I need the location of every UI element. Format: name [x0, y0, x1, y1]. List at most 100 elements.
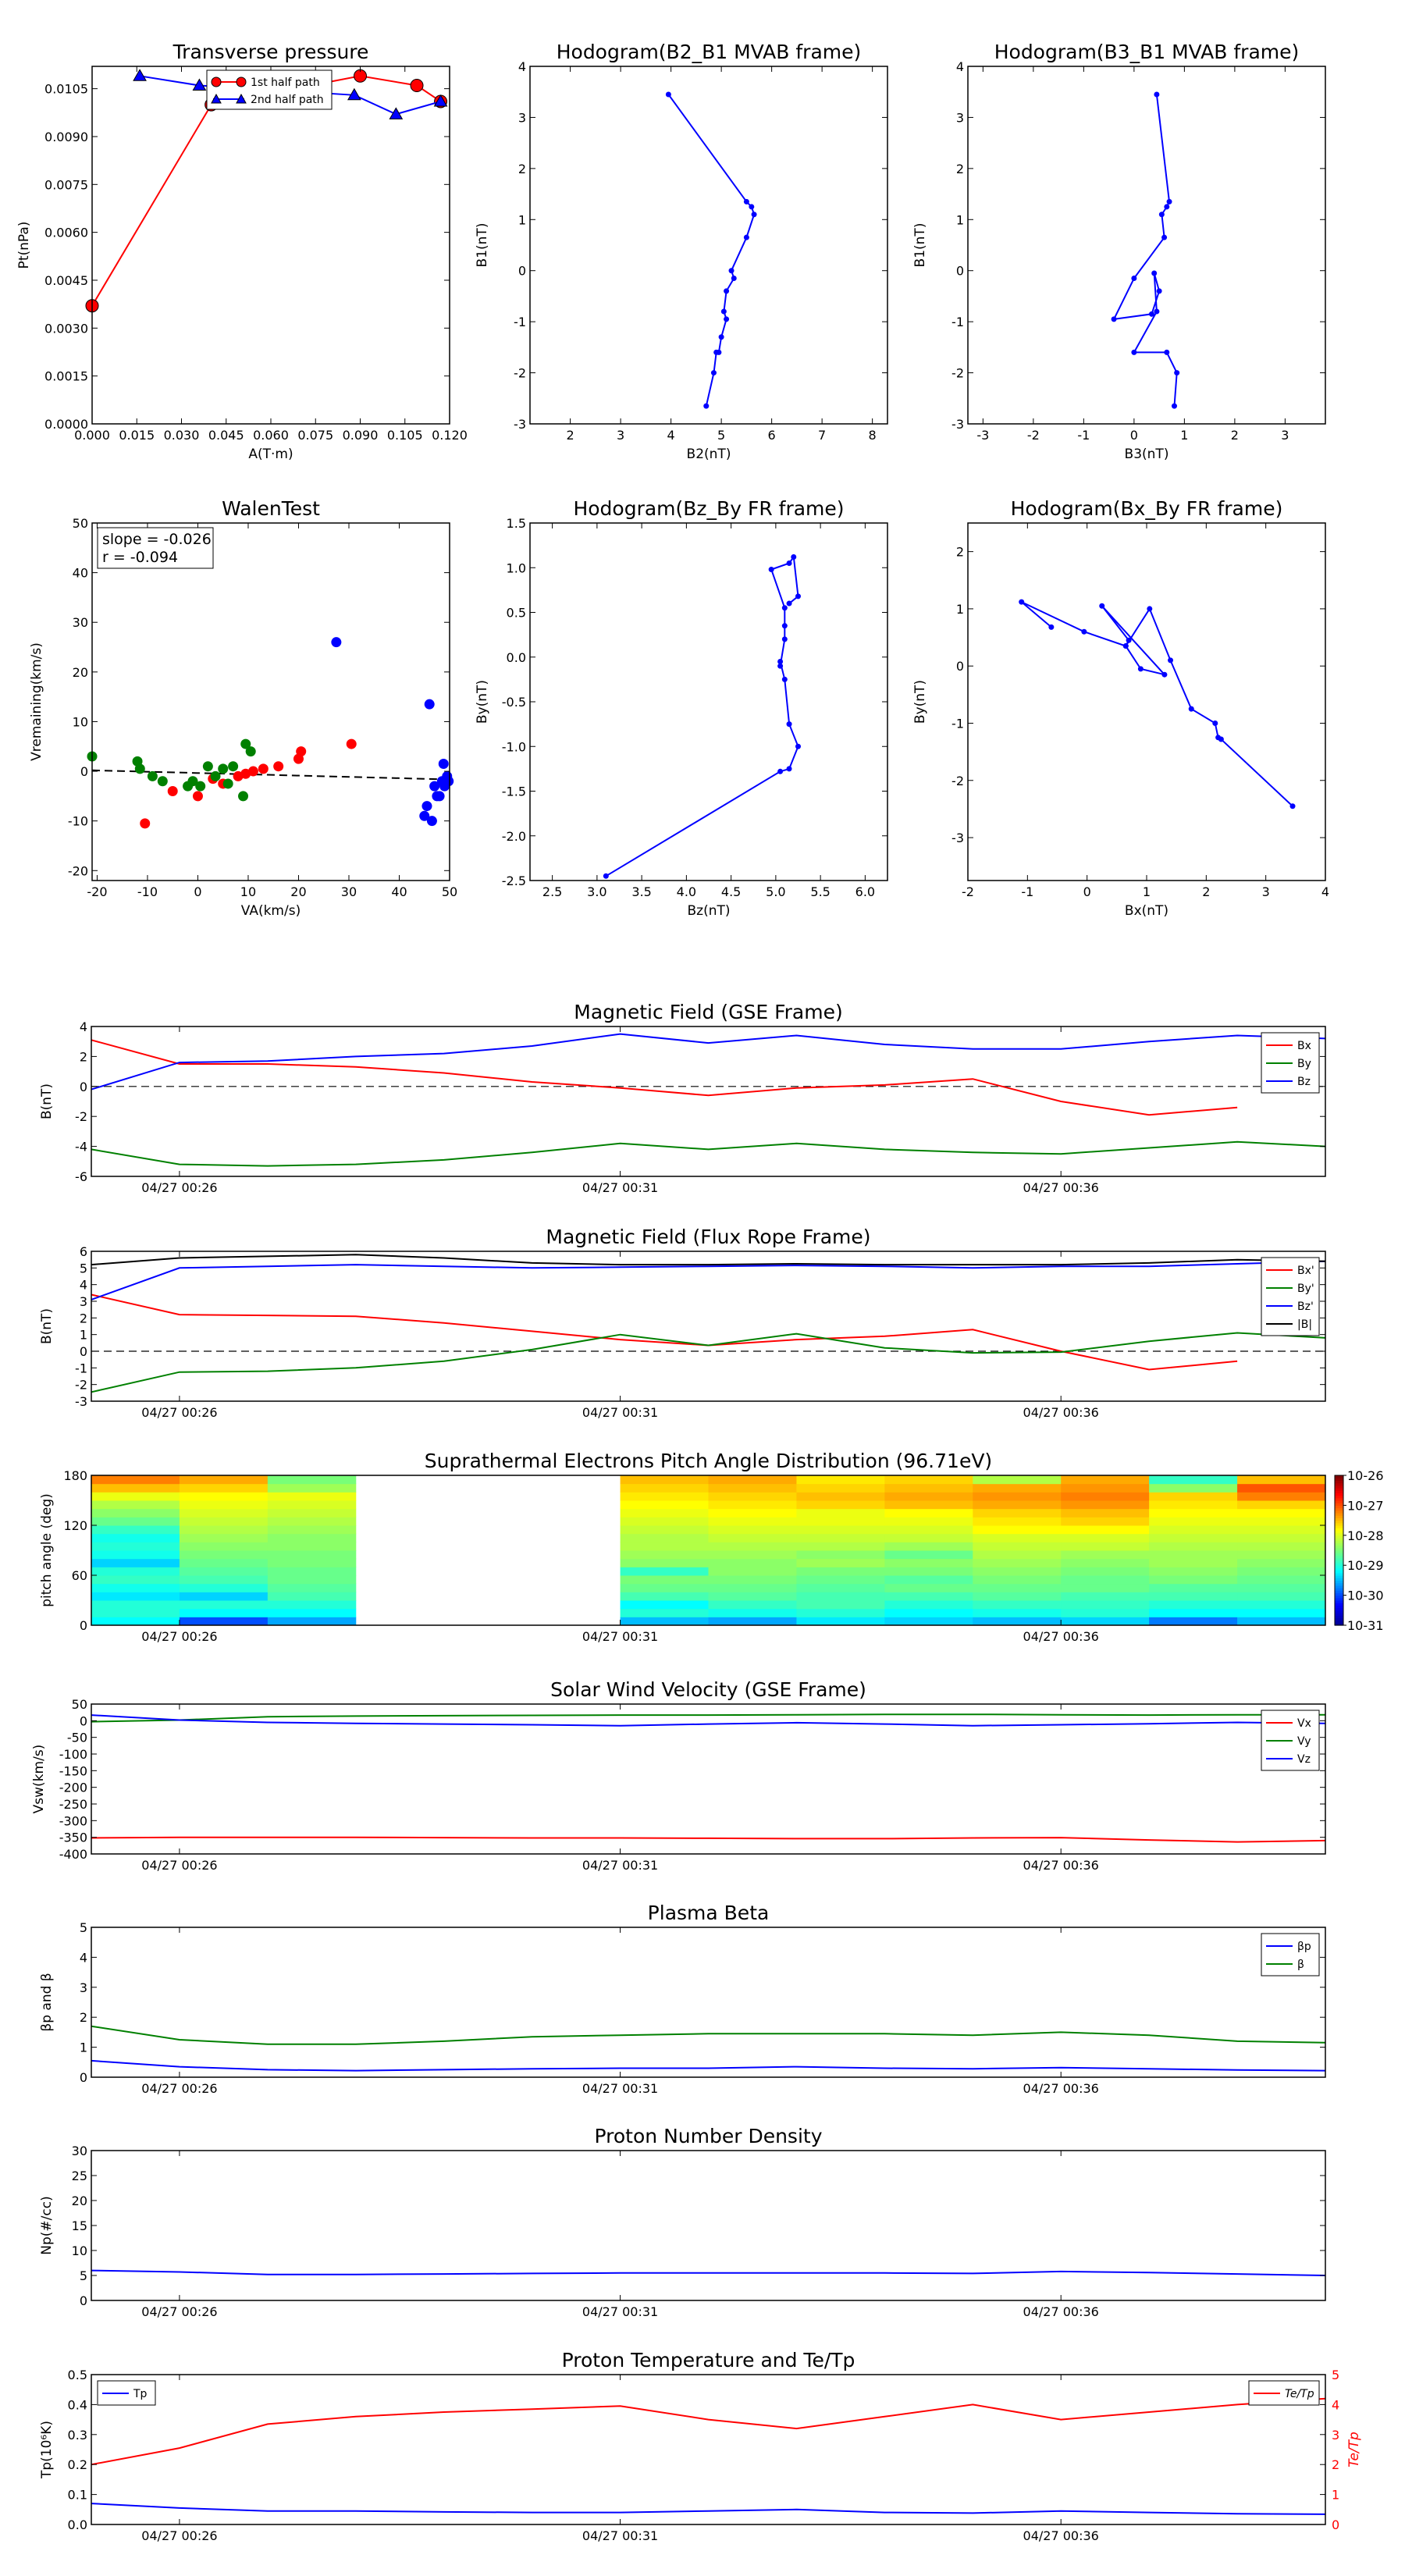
heatmap-cell [1149, 1492, 1238, 1501]
heatmap-cell [1061, 1567, 1150, 1576]
x-tick-label: 7 [818, 428, 826, 443]
y-tick-label: 5 [80, 2268, 87, 2283]
heatmap-cell [1237, 1492, 1326, 1501]
data-point [781, 636, 788, 642]
heatmap-cell [884, 1617, 973, 1626]
heatmap-cell [620, 1600, 709, 1610]
heatmap-cell [620, 1475, 709, 1485]
y-tick-label: 0 [80, 2293, 87, 2308]
x-tick-label: 10 [240, 884, 256, 899]
y-axis-label: B(nT) [39, 1083, 55, 1119]
legend-label: 1st half path [251, 76, 320, 89]
heatmap-cell [1237, 1592, 1326, 1601]
heatmap-cell [708, 1542, 797, 1551]
data-point [157, 776, 168, 787]
data-point [443, 776, 454, 787]
heatmap-cell [884, 1608, 973, 1617]
heatmap-cell [179, 1550, 269, 1560]
heatmap-cell [179, 1533, 269, 1542]
x-tick-label: -1 [1077, 428, 1090, 443]
chart-title: Hodogram(Bx_By FR frame) [1011, 497, 1283, 520]
series-line [91, 1713, 1325, 1723]
heatmap-cell [884, 1592, 973, 1601]
heatmap-cell [1061, 1550, 1150, 1560]
heatmap-cell [708, 1592, 797, 1601]
data-point [424, 699, 435, 710]
heatmap-cell [1061, 1533, 1150, 1542]
y-tick-label: 0.5 [68, 2368, 87, 2382]
heatmap-cell [179, 1500, 269, 1510]
y-tick-label: -300 [59, 1813, 87, 1828]
heatmap-cell [884, 1500, 973, 1510]
y-tick-label: -400 [59, 1847, 87, 1862]
colorbar-label: 10-30 [1347, 1589, 1384, 1603]
heatmap-cell [973, 1500, 1062, 1510]
heatmap-cell [973, 1483, 1062, 1493]
heatmap-cell [973, 1517, 1062, 1526]
y-tick-label: -2 [951, 774, 964, 788]
series-line [91, 1332, 1326, 1393]
h4-plot-frame [967, 522, 1326, 881]
y-tick-label: -3 [951, 417, 964, 432]
heatmap-cell [973, 1533, 1062, 1542]
chart-transverse-pressure: Transverse pressure0.000 0.015 0.030 0.045 0… [16, 41, 468, 462]
y-tick-label: 60 [72, 1568, 87, 1583]
heatmap-cell [1237, 1550, 1326, 1560]
y-axis-label: Tp(10⁶K) [39, 2421, 55, 2479]
heatmap-cell [91, 1617, 180, 1626]
x-tick-label: 0.075 [297, 428, 333, 443]
y-tick-label: -1.0 [502, 739, 526, 754]
heatmap-cell [1149, 1500, 1238, 1510]
chart-title: Plasma Beta [648, 1902, 770, 1924]
colorbar-label: 10-27 [1347, 1498, 1384, 1513]
heatmap-cell [91, 1567, 180, 1576]
series-line [667, 94, 756, 407]
heatmap-cell [973, 1592, 1062, 1601]
heatmap-cell [1237, 1517, 1326, 1526]
y-tick-label: 2 [80, 1049, 87, 1064]
colorbar-segment [1335, 1475, 1343, 1478]
heatmap-cell [267, 1542, 357, 1551]
data-point [1188, 706, 1194, 712]
heatmap-cell [1237, 1500, 1326, 1510]
y-tick-label: 1 [80, 2041, 87, 2055]
x-tick-label: 1 [1180, 428, 1188, 443]
heatmap-cell [267, 1583, 357, 1592]
heatmap-cell [708, 1533, 797, 1542]
chart-title: Hodogram(B2_B1 MVAB frame) [557, 41, 862, 63]
x-tick-label: 3 [617, 428, 624, 443]
data-point [786, 766, 792, 772]
right-tick-label: 1 [1332, 2488, 1339, 2503]
chart-title: Hodogram(B3_B1 MVAB frame) [994, 41, 1300, 63]
data-point [1126, 637, 1132, 643]
x-axis-label: A(T·m) [248, 447, 293, 462]
heatmap-cell [1237, 1533, 1326, 1542]
y-tick-label: 0.0000 [44, 417, 88, 432]
y-tick-label: 0.5 [507, 606, 526, 621]
heatmap-cell [1061, 1483, 1150, 1493]
heatmap-cell [179, 1583, 269, 1592]
heatmap-cell [1061, 1600, 1150, 1610]
data-point [731, 276, 737, 282]
x-tick-label: -2 [1027, 428, 1040, 443]
y-tick-label: 1 [80, 1328, 87, 1343]
y-tick-label: 0.3 [68, 2428, 87, 2443]
x-tick-label: 04/27 00:26 [141, 2528, 217, 2543]
heatmap-cell [91, 1483, 180, 1493]
heatmap-cell [796, 1608, 885, 1617]
heatmap-cell [973, 1492, 1062, 1501]
data-point [1111, 316, 1117, 322]
y-tick-label: -2 [75, 1378, 87, 1393]
y-axis-label: βp and β [39, 1973, 55, 2031]
heatmap-cell [973, 1558, 1062, 1567]
heatmap-cell [1149, 1600, 1238, 1610]
data-point [720, 308, 727, 315]
heatmap-cell [1237, 1575, 1326, 1585]
heatmap-cell [620, 1608, 709, 1617]
y-tick-label: 0 [80, 1080, 87, 1094]
data-point [202, 761, 213, 772]
y-tick-label: -4 [75, 1140, 87, 1155]
heatmap-cell [1061, 1583, 1150, 1592]
x-tick-label: 0 [1130, 428, 1138, 443]
legend-marker [211, 76, 222, 87]
